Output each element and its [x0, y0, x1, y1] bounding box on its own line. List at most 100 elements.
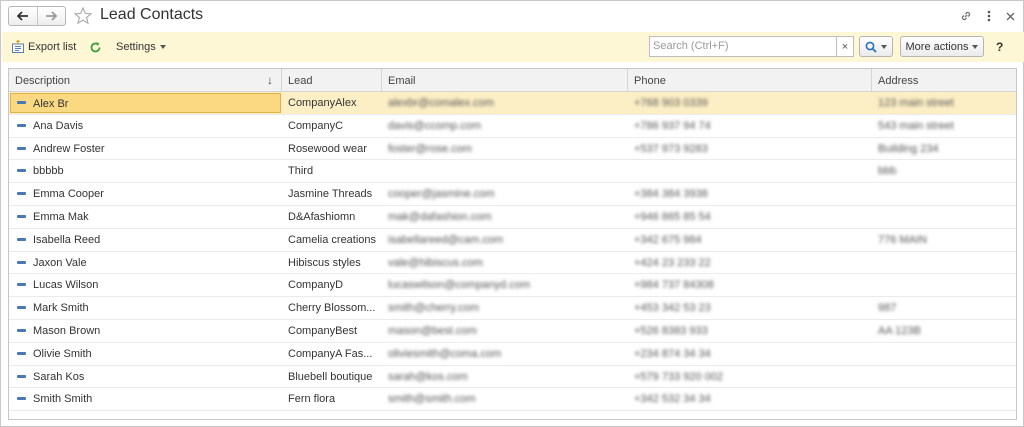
table-row[interactable]: Alex Br CompanyAlex alexbr@comalex.com +768… [9, 92, 1016, 115]
column-header-label: Phone [634, 75, 666, 87]
more-vertical-icon [987, 10, 991, 22]
cell-description: Isabella Reed [33, 233, 101, 246]
table-row[interactable]: Lucas Wilson CompanyD lucaswilson@companyd… [9, 274, 1016, 298]
search-input[interactable]: Search (Ctrl+F) [649, 36, 838, 57]
page-title: Lead Contacts [100, 6, 204, 23]
cell-lead: CompanyA Fas... [288, 347, 373, 360]
cell-address [872, 206, 1016, 228]
cell-phone [628, 160, 872, 182]
cell-lead: D&Afashiomn [288, 210, 356, 223]
cell-description: Ana Davis [33, 119, 84, 132]
column-header-label: Lead [288, 75, 313, 87]
table-row[interactable]: Mason Brown CompanyBest mason@best.com +526… [9, 320, 1016, 343]
clear-search-button[interactable]: × [836, 36, 854, 57]
cell-address: 123 main street [878, 97, 954, 109]
cell-phone: +984 737 84308 [634, 279, 714, 292]
cell-address [872, 366, 1016, 388]
cell-description: Jaxon Vale [33, 256, 87, 269]
cell-phone: +384 384 3938 [634, 188, 708, 201]
cell-lead: Cherry Blossom... [288, 302, 376, 315]
cell-email: alexbr@comalex.com [388, 97, 494, 109]
cell-description: Sarah Kos [33, 370, 85, 383]
cell-address [872, 252, 1016, 274]
link-icon [961, 11, 971, 21]
table-row[interactable]: Ana Davis CompanyC davis@ccomp.com +786 937… [9, 115, 1016, 138]
cell-phone: +786 937 94 74 [634, 119, 711, 132]
cell-description: Mark Smith [33, 302, 89, 315]
table-row[interactable]: Jaxon Vale Hibiscus styles vale@hibiscus.c… [9, 252, 1016, 275]
cell-email: mak@dafashion.com [388, 210, 492, 223]
settings-label: Settings [116, 41, 156, 53]
favorite-star-icon [73, 6, 93, 25]
cell-address [872, 183, 1016, 205]
cell-phone: +768 903 0339 [634, 97, 708, 109]
table-row[interactable]: Emma Cooper Jasmine Threads cooper@jasmine… [9, 183, 1016, 206]
cell-lead: CompanyBest [288, 324, 358, 337]
table-row[interactable]: Andrew Foster Rosewood wear foster@rose.co… [9, 138, 1016, 161]
table-row[interactable]: Isabella Reed Camelia creations isabellare… [9, 229, 1016, 252]
cell-email: vale@hibiscus.com [388, 256, 483, 269]
column-header-email[interactable]: Email [382, 69, 628, 92]
cell-email: smith@smith.com [388, 393, 476, 406]
more-actions-label: More actions [905, 40, 969, 53]
window-frame: Lead Contacts Export list Settings Searc… [0, 0, 1024, 427]
cell-email: sarah@kos.com [388, 370, 468, 383]
close-button[interactable] [1002, 8, 1018, 24]
title-bar: Lead Contacts [1, 1, 1023, 32]
table-row[interactable]: Olivie Smith CompanyA Fas... oliviesmith@c… [9, 343, 1016, 366]
navigation-buttons [8, 6, 66, 26]
back-button[interactable] [9, 7, 37, 25]
settings-menu[interactable]: Settings [116, 39, 166, 55]
cell-description: bbbbb [33, 165, 64, 178]
cell-description: Smith Smith [33, 393, 93, 406]
search-button[interactable] [859, 36, 893, 57]
cell-phone: +342 532 34 34 [634, 393, 711, 406]
cell-lead: Hibiscus styles [288, 256, 361, 269]
column-header-lead[interactable]: Lead [282, 69, 382, 92]
table-header: Description ↓ Lead Email Phone Address [9, 69, 1016, 92]
column-header-phone[interactable]: Phone [628, 69, 872, 92]
export-list-button[interactable]: Export list [11, 39, 76, 55]
leads-table: Description ↓ Lead Email Phone Address A… [8, 68, 1017, 420]
close-icon [1006, 12, 1014, 20]
forward-button[interactable] [36, 7, 65, 25]
column-header-description[interactable]: Description ↓ [9, 69, 282, 92]
table-row[interactable]: Smith Smith Fern flora smith@smith.com +342… [9, 388, 1016, 412]
cell-lead: Bluebell boutique [288, 370, 373, 383]
cell-email: isabellareed@cam.com [388, 233, 504, 246]
column-header-address[interactable]: Address [872, 69, 1016, 92]
table-row[interactable]: Sarah Kos Bluebell boutique sarah@kos.com +… [9, 366, 1016, 389]
cell-phone: +234 874 34 34 [634, 347, 711, 360]
chevron-down-icon [972, 44, 979, 49]
table-row[interactable]: Emma Mak D&Afashiomn mak@dafashion.com +946… [9, 206, 1016, 229]
column-header-label: Email [388, 75, 416, 87]
refresh-icon [90, 41, 101, 52]
more-actions-button[interactable]: More actions [900, 36, 984, 57]
cell-description: Alex Br [33, 98, 69, 110]
cell-email: lucaswilson@companyd.com [388, 279, 531, 292]
back-arrow-icon [16, 11, 28, 21]
help-button[interactable]: ? [996, 40, 1003, 54]
cell-lead: Fern flora [288, 393, 336, 406]
cell-address: bbb [878, 165, 897, 178]
table-row[interactable]: bbbbb Third bbb [9, 160, 1016, 184]
link-button[interactable] [958, 8, 974, 24]
chevron-down-icon [881, 44, 887, 49]
command-bar: Export list Settings Search (Ctrl+F) × M… [2, 32, 1024, 62]
table-row[interactable]: Mark Smith Cherry Blossom... smith@cherry.… [9, 297, 1016, 320]
cell-phone: +537 973 9283 [634, 142, 708, 155]
cell-email: smith@cherry.com [388, 302, 480, 315]
cell-email: oliviesmith@coma.com [388, 347, 502, 360]
cell-description: Mason Brown [33, 324, 101, 337]
column-header-label: Description [15, 75, 71, 87]
chevron-down-icon [159, 45, 166, 49]
cell-lead: CompanyAlex [288, 97, 357, 109]
cell-email [382, 160, 628, 182]
favorite-button[interactable] [73, 6, 93, 26]
more-menu-button[interactable] [981, 8, 997, 24]
cell-address: 987 [878, 302, 897, 315]
export-list-label: Export list [28, 41, 77, 53]
cell-phone: +342 675 984 [634, 233, 702, 246]
refresh-button[interactable] [89, 39, 102, 55]
cell-lead: CompanyC [288, 119, 344, 132]
